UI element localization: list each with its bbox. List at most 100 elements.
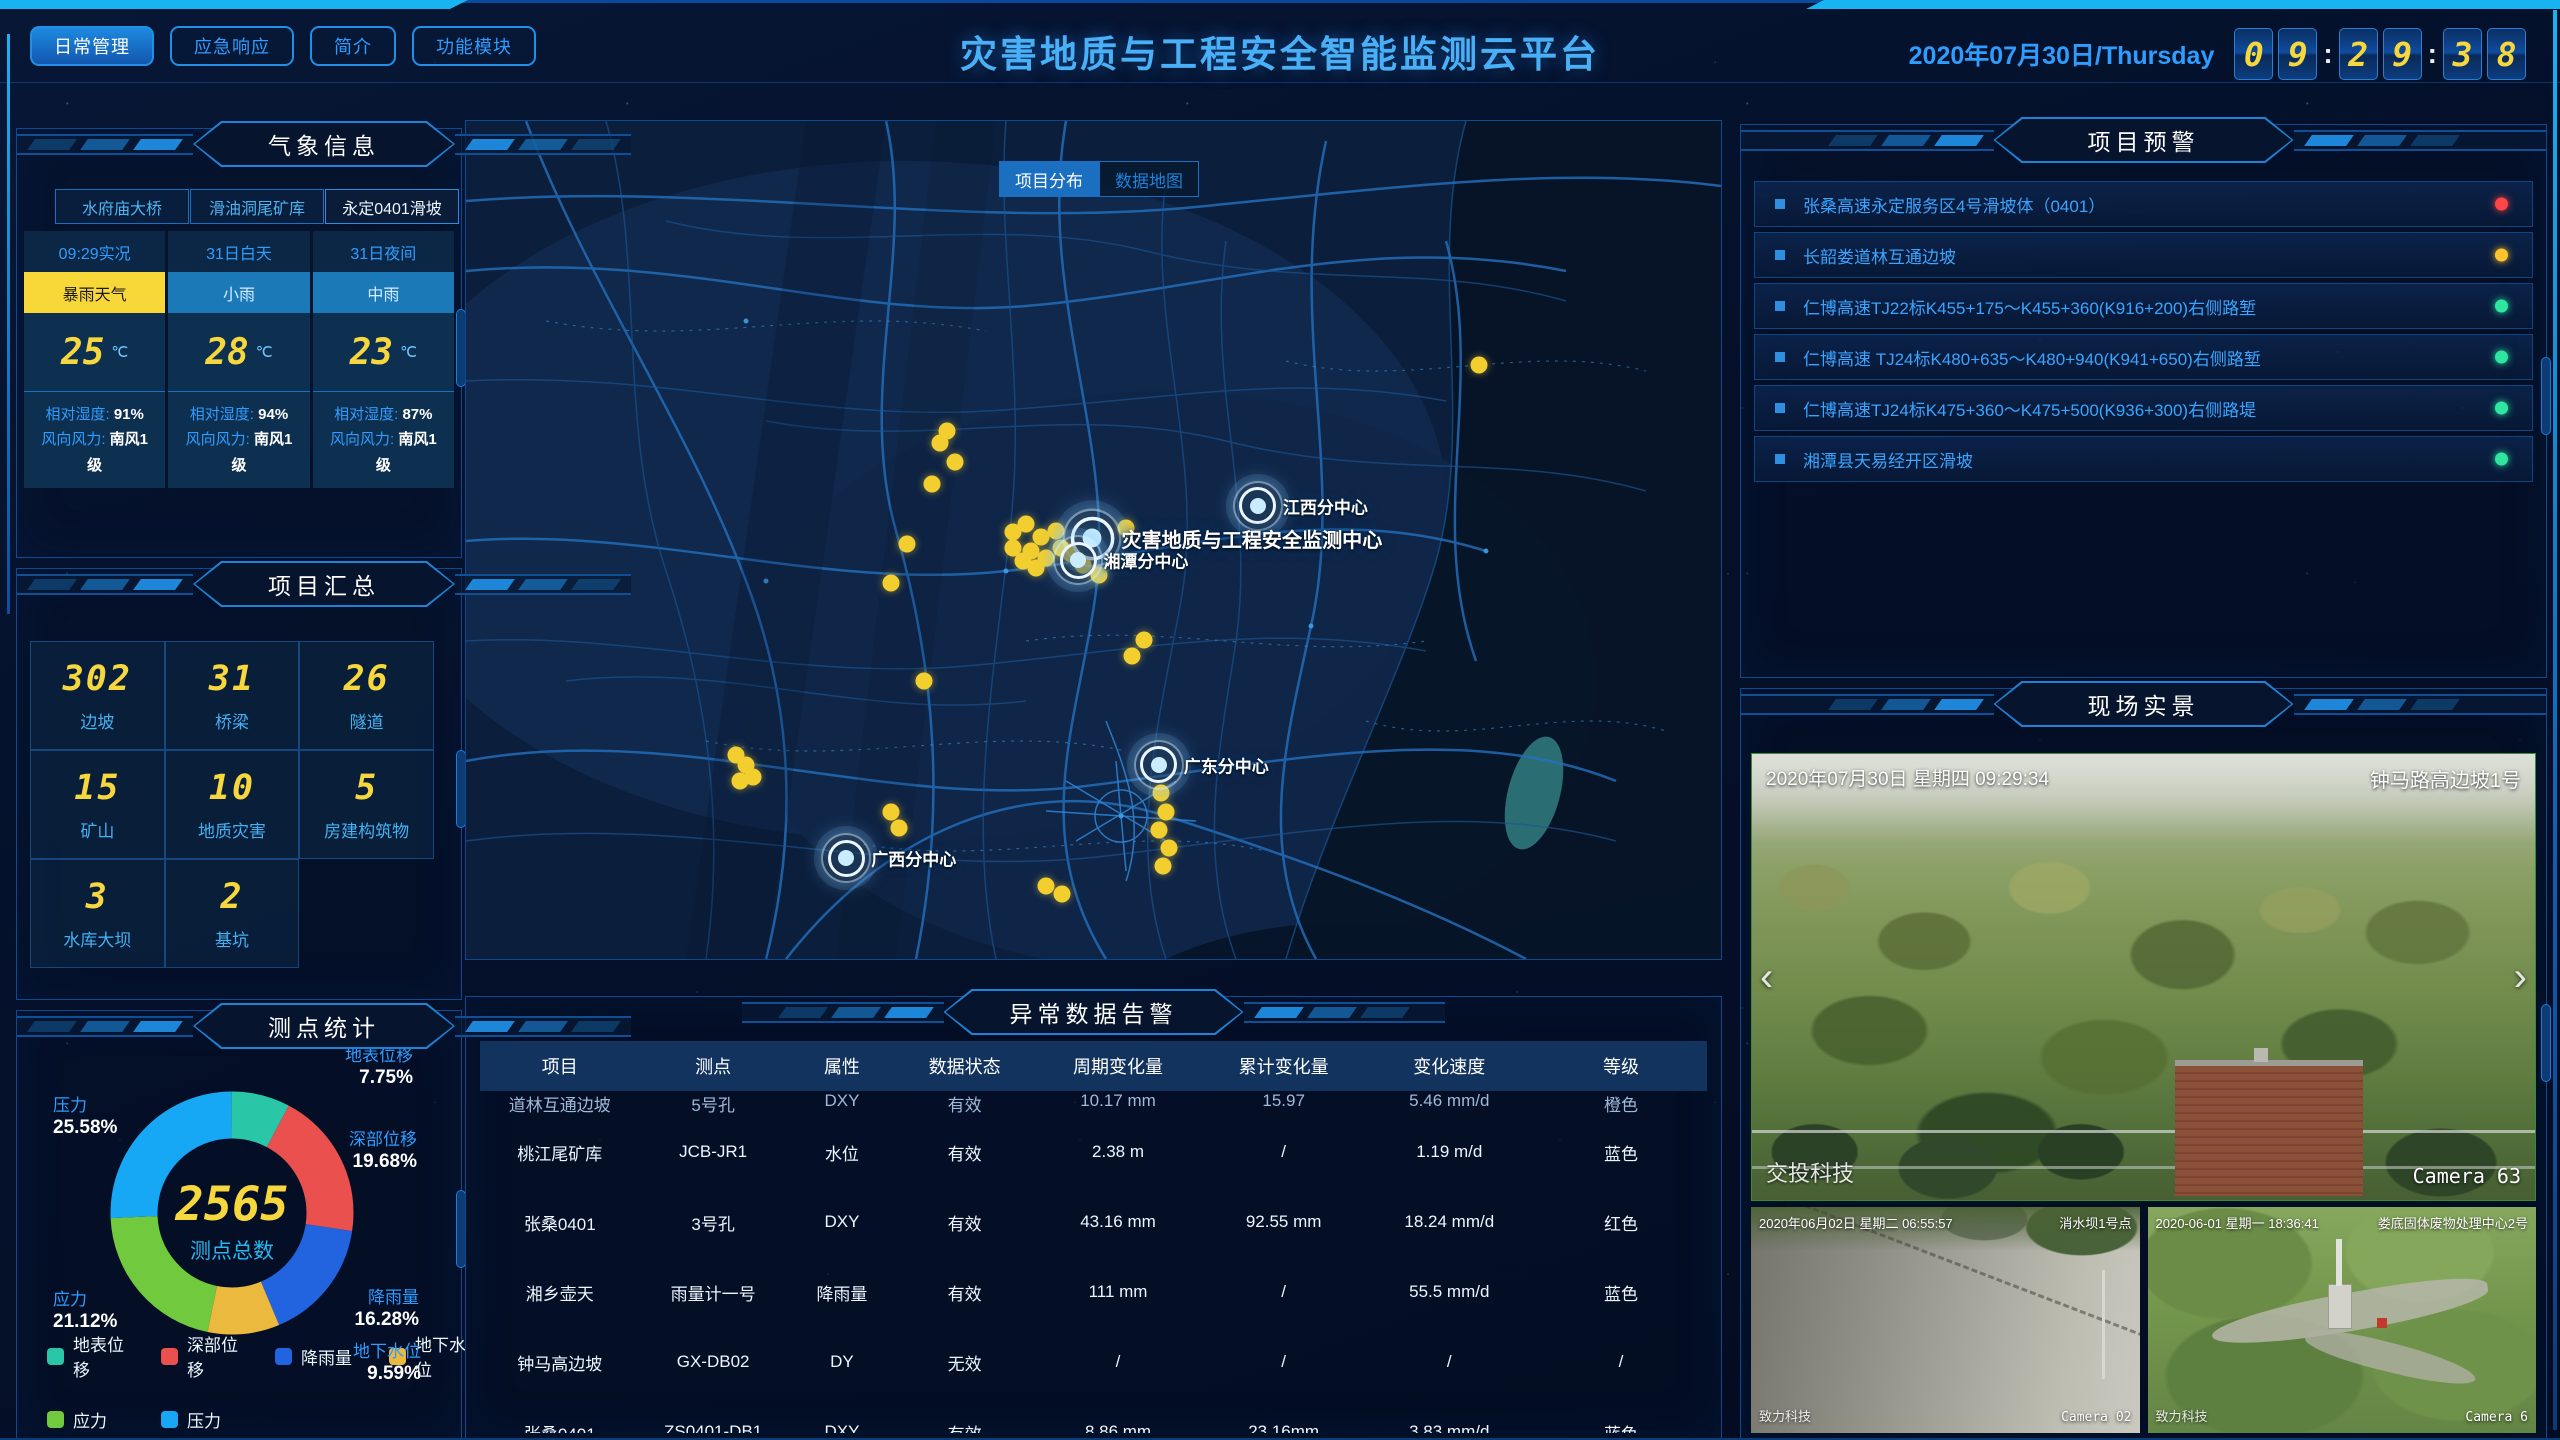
table-cell: 道林互通边坡 [480,1091,640,1116]
stat-cell: 3水库大坝 [30,859,165,968]
prev-camera-button[interactable]: ‹ [1760,957,1773,997]
point-total-label: 测点总数 [110,1235,354,1265]
table-cell: 3.83 mm/d [1363,1422,1535,1433]
point-total-value: 2565 [110,1177,354,1232]
donut-chart: 2565 测点总数 [110,1091,354,1335]
stat-cell: 10地质灾害 [165,750,300,859]
camera-thumbnail[interactable]: 2020年06月02日 星期二 06:55:57消水坝1号点致力科技Camera… [1751,1207,2140,1433]
nav-button[interactable]: 功能模块 [412,26,536,66]
project-dot[interactable] [1037,878,1054,895]
map-panel: 项目分布数据地图 江西分中心灾害地质与工程安全监测中心湘潭分中心广东分中心广西分… [465,120,1722,960]
weather-tab[interactable]: 永定0401滑坡 [325,189,459,224]
table-cell: DY [787,1352,897,1372]
project-dot[interactable] [898,536,915,553]
clock-colon: : [2323,38,2332,70]
marker-ring-icon [821,833,871,883]
project-dot[interactable] [731,773,748,790]
camera-thumbnail[interactable]: 2020-06-01 星期一 18:36:41娄底固体废物处理中心2号致力科技C… [2148,1207,2537,1433]
project-dot[interactable] [938,423,955,440]
project-dot[interactable] [1124,647,1141,664]
map-tabs: 项目分布数据地图 [999,161,1199,197]
monitoring-pillar [2328,1284,2351,1329]
table-row[interactable]: 桃江尾矿库JCB-JR1水位有效2.38 m/1.19 m/d蓝色 [480,1117,1707,1187]
warning-list-item[interactable]: 湘潭县天易经开区滑坡 [1754,436,2533,482]
legend-item[interactable]: 深部位移 [161,1331,245,1381]
project-dot[interactable] [1017,516,1034,533]
table-cell: 蓝色 [1535,1280,1707,1305]
weather-humidity-wind: 相对湿度: 87%风向风力: 南风1级 [313,392,454,488]
next-camera-button[interactable]: › [2514,957,2527,997]
stat-label: 桥梁 [215,708,249,733]
table-cell: 无效 [897,1350,1032,1375]
project-dot[interactable] [1027,559,1044,576]
map-marker[interactable]: 湘潭分中心 [1053,535,1103,585]
project-dot[interactable] [1160,840,1177,857]
project-dot[interactable] [883,574,900,591]
warning-list-item[interactable]: 长韶娄道林互通边坡 [1754,232,2533,278]
warning-list-item[interactable]: 张桑高速永定服务区4号滑坡体（0401） [1754,181,2533,227]
nav-button[interactable]: 简介 [310,26,396,66]
project-dot[interactable] [1154,857,1171,874]
project-dot[interactable] [923,475,940,492]
panel-header-decoration [1741,130,1994,151]
table-row[interactable]: 张桑04013号孔DXY有效43.16 mm92.55 mm18.24 mm/d… [480,1187,1707,1257]
decoration-block-icon [1307,1007,1357,1018]
warning-list-item[interactable]: 仁博高速TJ22标K455+175～K455+360(K916+200)右侧路堑 [1754,283,2533,329]
page-title: 灾害地质与工程安全智能监测云平台 [960,24,1600,78]
table-cell: DXY [787,1091,897,1111]
map-marker[interactable]: 广西分中心 [821,833,871,883]
warning-list-item[interactable]: 仁博高速 TJ24标K480+635～K480+940(K941+650)右侧路… [1754,334,2533,380]
decoration-block-icon [518,579,568,590]
table-cell: / [1535,1352,1707,1372]
project-dot[interactable] [1158,803,1175,820]
decoration-block-icon [2357,699,2407,710]
project-dot[interactable] [1135,631,1152,648]
project-dot[interactable] [1470,356,1487,373]
table-cell: 降雨量 [787,1280,897,1305]
decoration-block-icon [1828,699,1878,710]
table-row[interactable]: 钟马高边坡GX-DB02DY无效//// [480,1327,1707,1397]
project-dot[interactable] [916,672,933,689]
project-dot[interactable] [947,454,964,471]
weather-column: 31日白天小雨28℃相对湿度: 94%风向风力: 南风1级 [168,231,309,488]
nav-button[interactable]: 应急响应 [170,26,294,66]
column-header: 测点 [640,1053,787,1079]
table-cell: 钟马高边坡 [480,1350,640,1375]
table-row[interactable]: 张桑0401ZS0401-DB1DXY有效8.86 mm23.16mm3.83 … [480,1397,1707,1433]
legend-item[interactable]: 降雨量 [275,1331,359,1381]
weather-condition: 小雨 [168,272,309,313]
project-dot[interactable] [890,820,907,837]
nav-button[interactable]: 日常管理 [30,26,154,66]
main-nav: 日常管理应急响应简介功能模块 [30,26,536,66]
warning-list-item[interactable]: 仁博高速TJ24标K475+360～K475+500(K936+300)右侧路堤 [1754,385,2533,431]
top-header: 日常管理应急响应简介功能模块 灾害地质与工程安全智能监测云平台 2020年07月… [0,6,2560,82]
weather-tab[interactable]: 滑油洞尾矿库 [190,189,324,224]
camera-panel-header: 现场实景 [1741,681,2546,727]
map-marker[interactable]: 广东分中心 [1134,740,1184,790]
donut-callout: 应力21.12% [53,1289,117,1334]
stat-cell: 26隧道 [299,641,434,750]
panel-title: 项目预警 [2088,123,2200,157]
decoration-block-icon [1934,135,1984,146]
project-dot[interactable] [1150,821,1167,838]
clock-digit: 2 [2339,28,2378,80]
table-cell: 18.24 mm/d [1363,1212,1535,1232]
column-header: 属性 [787,1053,897,1079]
table-cell: 43.16 mm [1032,1212,1204,1232]
weather-temperature: 28℃ [168,313,309,392]
map-tab[interactable]: 项目分布 [999,161,1099,197]
decoration-block-icon [465,139,515,150]
legend-item[interactable]: 地表位移 [47,1331,131,1381]
project-dot[interactable] [883,803,900,820]
map-tab[interactable]: 数据地图 [1099,161,1199,197]
project-dot[interactable] [1054,885,1071,902]
legend-swatch-icon [161,1411,178,1428]
table-row[interactable]: 湘乡壶天雨量计一号降雨量有效111 mm/55.5 mm/d蓝色 [480,1257,1707,1327]
table-row[interactable]: 道林互通边坡5号孔DXY有效10.17 mm15.975.46 mm/d橙色 [480,1091,1707,1117]
table-cell: 湘乡壶天 [480,1280,640,1305]
panel-title-badge: 项目汇总 [193,561,455,607]
legend-item[interactable]: 应力 [47,1407,131,1432]
table-cell: 5.46 mm/d [1363,1091,1535,1111]
weather-tab[interactable]: 水府庙大桥 [55,189,189,224]
legend-item[interactable]: 压力 [161,1407,245,1432]
